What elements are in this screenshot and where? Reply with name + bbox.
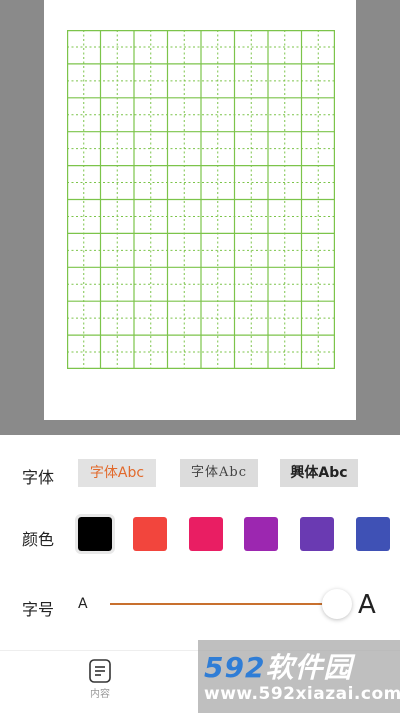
watermark-url: www.592xiazai.com: [204, 684, 400, 704]
watermark-brand: 592软件园: [204, 646, 352, 686]
color-swatch-deep-purple[interactable]: [300, 517, 334, 551]
preview-area: [0, 0, 400, 435]
color-swatch-indigo[interactable]: [356, 517, 390, 551]
nav-content-tab[interactable]: 内容: [76, 659, 124, 700]
watermark-brand-text: 软件园: [265, 651, 353, 684]
font-label: 字体: [22, 468, 55, 487]
size-slider-track[interactable]: [110, 603, 325, 605]
tianzige-grid: [67, 30, 335, 369]
color-swatch-pink[interactable]: [189, 517, 223, 551]
size-slider-knob[interactable]: [322, 589, 352, 619]
watermark: 592软件园 www.592xiazai.com: [198, 640, 400, 713]
color-swatch-red[interactable]: [133, 517, 167, 551]
color-swatch-purple[interactable]: [244, 517, 278, 551]
watermark-brand-number: 592: [204, 651, 266, 684]
color-swatch-black[interactable]: [75, 514, 115, 554]
size-label: 字号: [22, 600, 55, 619]
size-small-indicator: A: [78, 596, 88, 612]
font-option-1[interactable]: 字体Abc: [78, 459, 156, 487]
nav-content-label: 内容: [90, 689, 110, 700]
size-large-indicator: A: [358, 590, 376, 620]
font-option-2[interactable]: 字体Abc: [180, 459, 258, 487]
font-option-3[interactable]: 興体Abc: [280, 459, 358, 487]
color-label: 颜色: [22, 530, 55, 549]
document-lines-icon: [89, 659, 111, 683]
